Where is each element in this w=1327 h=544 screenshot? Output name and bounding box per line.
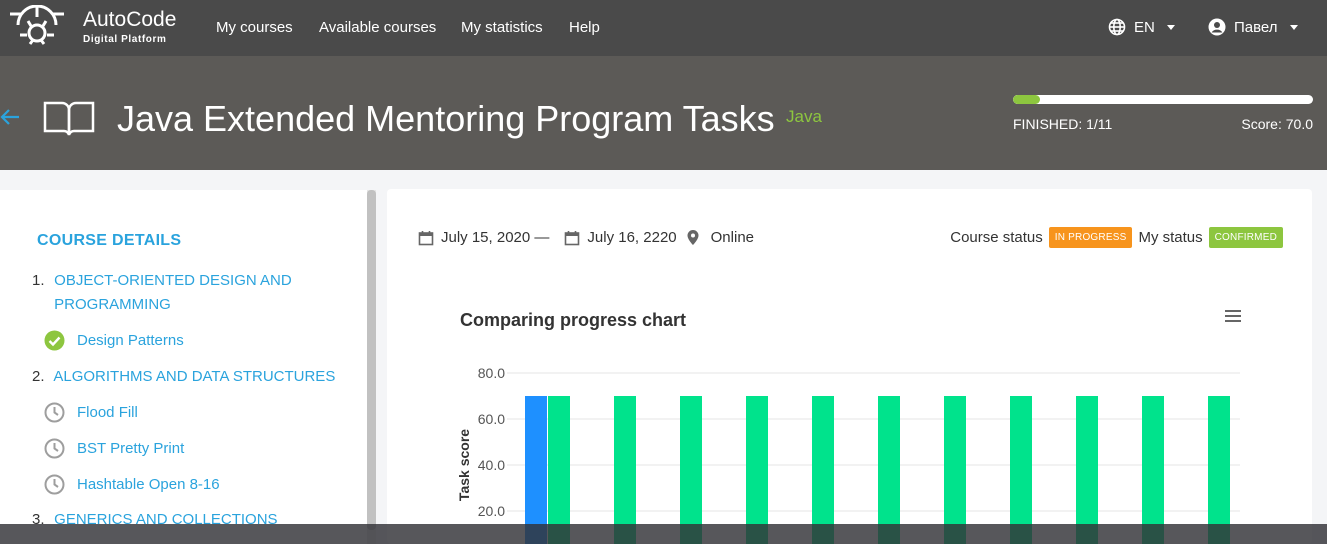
nav-my-courses[interactable]: My courses xyxy=(216,19,293,36)
course-header: Java Extended Mentoring Program Tasks Ja… xyxy=(0,56,1327,170)
course-progress-fill xyxy=(1013,95,1040,104)
progress-chart: 80.0 60.0 40.0 20.0 Task score xyxy=(456,365,1240,544)
task-label: Flood Fill xyxy=(77,404,138,421)
brand-subtitle: Digital Platform xyxy=(83,34,167,45)
task-label: BST Pretty Print xyxy=(77,440,185,457)
clock-icon xyxy=(44,402,65,423)
bar xyxy=(1010,396,1032,544)
bar xyxy=(944,396,966,544)
course-main-panel: July 15, 2020 — July 16, 2220 Online Cou… xyxy=(387,189,1312,544)
bar xyxy=(1142,396,1164,544)
course-title: Java Extended Mentoring Program Tasks xyxy=(117,98,775,139)
y-tick-label: 40.0 xyxy=(478,457,505,473)
nav-my-statistics[interactable]: My statistics xyxy=(461,19,543,36)
task-item-hashtable-open[interactable]: Hashtable Open 8-16 xyxy=(44,474,220,495)
sidebar-scroll-thumb[interactable] xyxy=(367,190,376,530)
y-tick-label: 20.0 xyxy=(478,503,505,519)
language-label: EN xyxy=(1134,18,1155,36)
section-number: 2. xyxy=(32,368,45,385)
bar xyxy=(878,396,900,544)
bar xyxy=(525,396,547,544)
course-details-heading: COURSE DETAILS xyxy=(37,232,182,249)
open-book-icon xyxy=(43,101,95,136)
sidebar-scrollbar[interactable] xyxy=(367,190,376,544)
globe-icon xyxy=(1108,18,1126,36)
gear-logo-icon[interactable] xyxy=(8,5,66,49)
chevron-down-icon xyxy=(1289,24,1298,30)
course-progress-bar xyxy=(1013,95,1313,104)
section-number: 1. xyxy=(32,272,45,289)
user-menu[interactable]: Павел xyxy=(1208,18,1298,36)
language-selector[interactable]: EN xyxy=(1108,18,1175,36)
course-score: Score: 70.0 xyxy=(1241,116,1313,132)
bar xyxy=(614,396,636,544)
y-tick-label: 60.0 xyxy=(478,411,505,427)
task-label: Design Patterns xyxy=(77,332,184,349)
clock-icon xyxy=(44,438,65,459)
user-icon xyxy=(1208,18,1226,36)
course-language-tag: Java xyxy=(786,107,822,126)
section-item-oop[interactable]: 1. OBJECT-ORIENTED DESIGN AND PROGRAMMIN… xyxy=(32,269,292,317)
y-axis-label: Task score xyxy=(456,429,472,501)
nav-available-courses[interactable]: Available courses xyxy=(319,19,436,36)
bottom-overlay-bar xyxy=(0,524,1327,544)
task-item-bst-pretty-print[interactable]: BST Pretty Print xyxy=(44,438,184,459)
bar xyxy=(548,396,570,544)
top-navbar: AutoCode Digital Platform My courses Ava… xyxy=(0,0,1327,56)
section-item-algorithms[interactable]: 2. ALGORITHMS AND DATA STRUCTURES xyxy=(32,365,335,389)
y-tick-label: 80.0 xyxy=(478,365,505,381)
chevron-down-icon xyxy=(1166,24,1175,30)
check-circle-icon xyxy=(44,330,65,351)
task-label: Hashtable Open 8-16 xyxy=(77,476,220,493)
brand-name[interactable]: AutoCode xyxy=(83,8,176,32)
bar xyxy=(746,396,768,544)
finished-count: FINISHED: 1/11 xyxy=(1013,116,1113,132)
bar xyxy=(680,396,702,544)
section-title-cont[interactable]: PROGRAMMING xyxy=(54,296,171,313)
task-item-design-patterns[interactable]: Design Patterns xyxy=(44,330,184,351)
task-item-flood-fill[interactable]: Flood Fill xyxy=(44,402,138,423)
user-name: Павел xyxy=(1234,18,1278,36)
nav-help[interactable]: Help xyxy=(569,19,600,36)
course-details-sidebar: COURSE DETAILS 1. OBJECT-ORIENTED DESIGN… xyxy=(0,190,376,544)
section-title[interactable]: OBJECT-ORIENTED DESIGN AND xyxy=(54,272,292,289)
bar xyxy=(1076,396,1098,544)
bar xyxy=(1208,396,1230,544)
bar xyxy=(812,396,834,544)
back-arrow-icon[interactable] xyxy=(0,106,20,132)
clock-icon xyxy=(44,474,65,495)
section-title[interactable]: ALGORITHMS AND DATA STRUCTURES xyxy=(53,368,335,385)
